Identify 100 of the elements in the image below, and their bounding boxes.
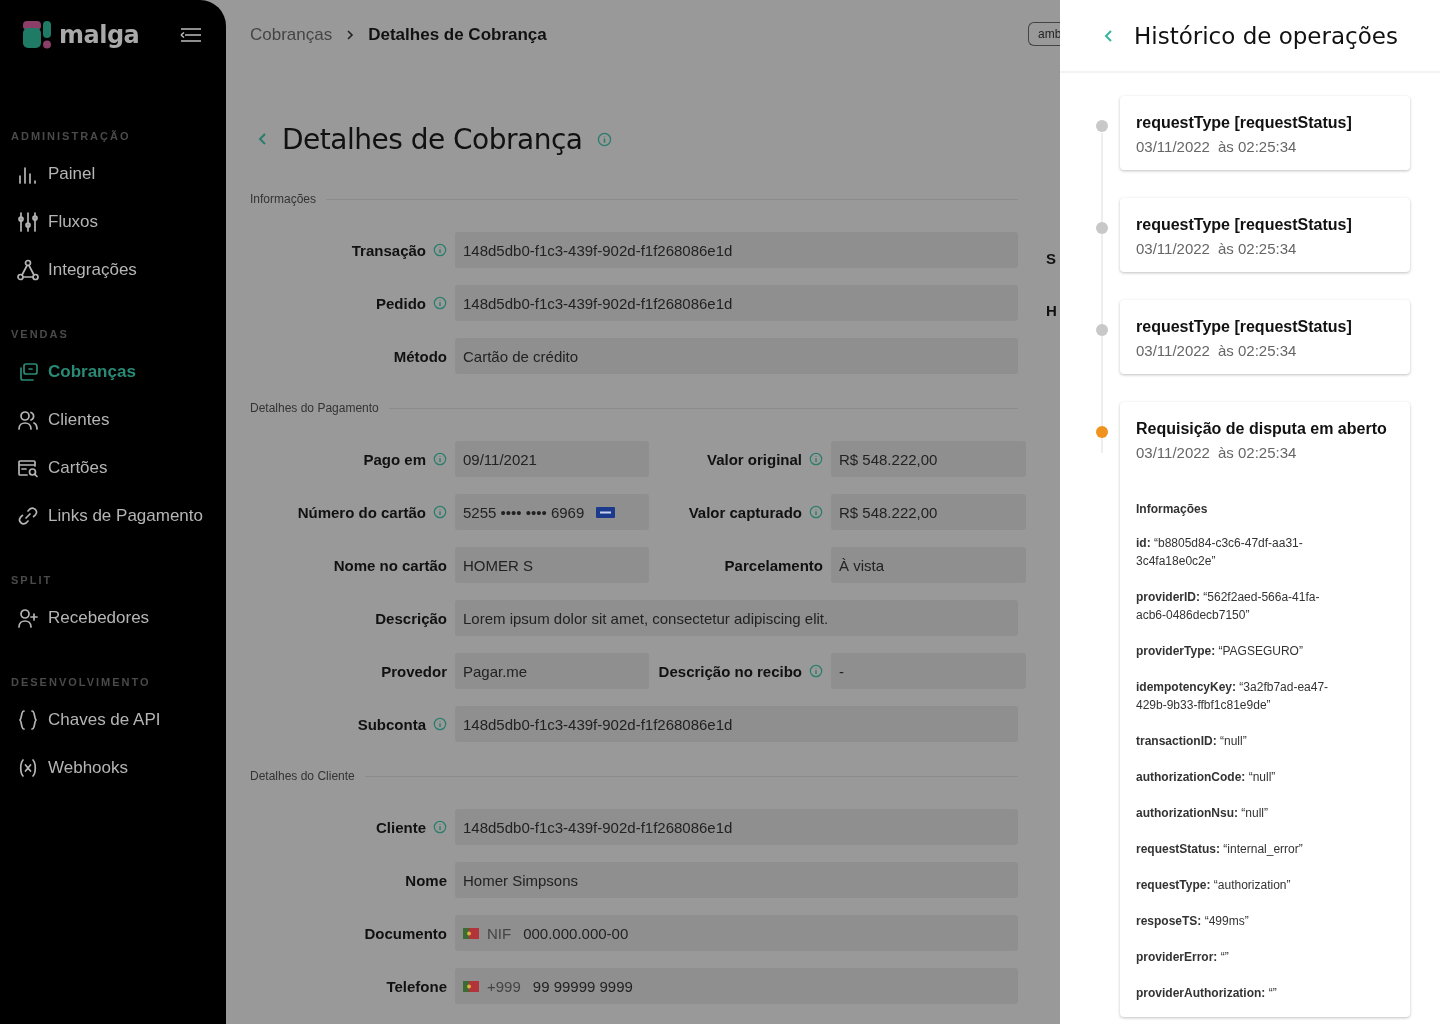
field-label: S xyxy=(1046,250,1056,267)
field-label: Número do cartão xyxy=(297,503,426,521)
nav-item[interactable]: Recebedores xyxy=(0,606,150,630)
detail-entry: providerID: “562f2aed-566a-41fa-acb6-0486decb7150” xyxy=(1136,589,1321,624)
nav-section-title: ADMINISTRAÇÃO xyxy=(10,130,132,144)
info-icon[interactable] xyxy=(433,452,447,466)
event-time: às 02:25:34 xyxy=(1217,240,1297,257)
info-icon[interactable] xyxy=(433,296,447,310)
page-title: Detalhes de Cobrança xyxy=(282,122,583,156)
nav-section-title: SPLIT xyxy=(10,574,54,588)
field-label: Nome xyxy=(405,871,447,889)
field-label: Descrição xyxy=(375,609,447,627)
nav-item[interactable]: Links de Pagamento xyxy=(0,504,203,528)
info-icon[interactable] xyxy=(433,717,447,731)
field-label: Método xyxy=(393,347,447,365)
field-label: Telefone xyxy=(386,977,447,995)
breadcrumb-item[interactable]: Detalhes de Cobrança xyxy=(368,25,547,45)
field-label: Provedor xyxy=(381,662,447,680)
nav-icon xyxy=(17,409,39,431)
info-icon[interactable] xyxy=(809,452,823,466)
readonly-field[interactable]: À vista xyxy=(831,547,1026,583)
chevron-right-icon xyxy=(346,29,355,41)
nav-icon xyxy=(17,457,39,479)
detail-entry: requestStatus: “internal_error” xyxy=(1136,841,1304,858)
readonly-field[interactable]: 09/11/2021 xyxy=(455,441,649,477)
event-card[interactable] xyxy=(1120,402,1410,1017)
event-title: requestType [requestStatus] xyxy=(1136,318,1353,336)
nav-icon xyxy=(17,709,39,731)
menu-collapse-icon[interactable] xyxy=(180,28,202,42)
event-time: às 02:25:34 xyxy=(1217,444,1297,461)
field-label: Transação xyxy=(351,241,426,259)
nav-icon xyxy=(17,607,39,629)
nav-item[interactable]: Chaves de API xyxy=(0,708,161,732)
readonly-field[interactable]: - xyxy=(831,653,1026,689)
field-label: Descrição no recibo xyxy=(658,662,802,680)
event-title: requestType [requestStatus] xyxy=(1136,114,1353,132)
readonly-field[interactable]: HOMER S xyxy=(455,547,649,583)
event-date: 03/11/2022 xyxy=(1136,240,1210,257)
field-label: Pedido xyxy=(376,294,426,312)
details-heading: Informações xyxy=(1136,502,1209,516)
event-time: às 02:25:34 xyxy=(1217,138,1297,155)
readonly-field[interactable]: NIF 000.000.000-00 xyxy=(455,915,1018,951)
readonly-field[interactable]: R$ 548.222,00 xyxy=(831,494,1026,530)
detail-entry: id: “b8805d84-c3c6-47df-aa31-3c4fa18e0c2e” xyxy=(1136,535,1304,570)
event-title: Requisição de disputa em aberto xyxy=(1136,420,1388,438)
section-title: Informações xyxy=(250,192,317,206)
field-label: Valor capturado xyxy=(688,503,802,521)
info-icon[interactable] xyxy=(433,243,447,257)
detail-entry: idempotencyKey: “3a2fb7ad-ea47-429b-9b33-ffbf1c81e9de” xyxy=(1136,679,1330,714)
nav-icon xyxy=(17,211,39,233)
nav-item[interactable]: Cobranças xyxy=(0,360,136,384)
detail-entry: authorizationNsu: “null” xyxy=(1136,805,1269,822)
nav-item[interactable]: Webhooks xyxy=(0,756,128,780)
logo-icon xyxy=(23,21,51,49)
nav-section-title: DESENVOLVIMENTO xyxy=(10,676,152,690)
readonly-field[interactable]: 148d5db0-f1c3-439f-902d-f1f268086e1d xyxy=(455,809,1018,845)
info-icon[interactable] xyxy=(809,664,823,678)
field-label: Cliente xyxy=(376,818,426,836)
logo-text: malga xyxy=(59,21,140,49)
field-label: Parcelamento xyxy=(724,556,823,574)
info-icon[interactable] xyxy=(596,131,612,147)
nav-icon xyxy=(17,505,39,527)
detail-entry: requestType: “authorization” xyxy=(1136,877,1292,894)
readonly-field[interactable]: 148d5db0-f1c3-439f-902d-f1f268086e1d xyxy=(455,706,1018,742)
detail-entry: providerError: “” xyxy=(1136,949,1230,966)
event-date: 03/11/2022 xyxy=(1136,444,1210,461)
field-label: Valor original xyxy=(706,450,802,468)
readonly-field[interactable]: +999 99 99999 9999 xyxy=(455,968,1018,1004)
back-icon[interactable] xyxy=(1104,28,1114,43)
nav-item[interactable]: Painel xyxy=(0,162,96,186)
nav-icon xyxy=(17,361,39,383)
event-card[interactable]: requestType [requestStatus] 03/11/2022 às 02:25:34 xyxy=(1120,96,1410,170)
breadcrumb-item[interactable]: Cobranças xyxy=(250,25,333,45)
readonly-field[interactable]: Homer Simpsons xyxy=(455,862,1018,898)
info-icon[interactable] xyxy=(433,505,447,519)
nav-item[interactable]: Integrações xyxy=(0,258,137,282)
event-date: 03/11/2022 xyxy=(1136,138,1210,155)
readonly-field[interactable]: Cartão de crédito xyxy=(455,338,1018,374)
nav-section-title: VENDAS xyxy=(10,328,70,342)
readonly-field[interactable]: 148d5db0-f1c3-439f-902d-f1f268086e1d xyxy=(455,232,1018,268)
readonly-field[interactable]: R$ 548.222,00 xyxy=(831,441,1026,477)
nav-item[interactable]: Cartões xyxy=(0,456,108,480)
event-time: às 02:25:34 xyxy=(1217,342,1297,359)
nav-item[interactable]: Fluxos xyxy=(0,210,99,234)
event-card[interactable]: requestType [requestStatus] 03/11/2022 às 02:25:34 xyxy=(1120,198,1410,272)
section-title: Detalhes do Cliente xyxy=(250,769,355,783)
detail-entry: providerType: “PAGSEGURO” xyxy=(1136,643,1304,660)
info-icon[interactable] xyxy=(809,505,823,519)
readonly-field[interactable]: Pagar.me xyxy=(455,653,649,689)
nav-item[interactable]: Clientes xyxy=(0,408,110,432)
event-card[interactable]: requestType [requestStatus] 03/11/2022 às 02:25:34 xyxy=(1120,300,1410,374)
readonly-field[interactable]: Lorem ipsum dolor sit amet, consectetur adipiscing elit. xyxy=(455,600,1018,636)
nav-icon xyxy=(17,259,39,281)
readonly-field[interactable]: 148d5db0-f1c3-439f-902d-f1f268086e1d xyxy=(455,285,1018,321)
readonly-field[interactable]: 5255 •••• •••• 6969 xyxy=(455,494,649,530)
event-date: 03/11/2022 xyxy=(1136,342,1210,359)
back-icon[interactable] xyxy=(258,132,268,146)
info-icon[interactable] xyxy=(433,820,447,834)
section-title: Detalhes do Pagamento xyxy=(250,401,379,415)
panel-title: Histórico de operações xyxy=(1134,22,1398,49)
